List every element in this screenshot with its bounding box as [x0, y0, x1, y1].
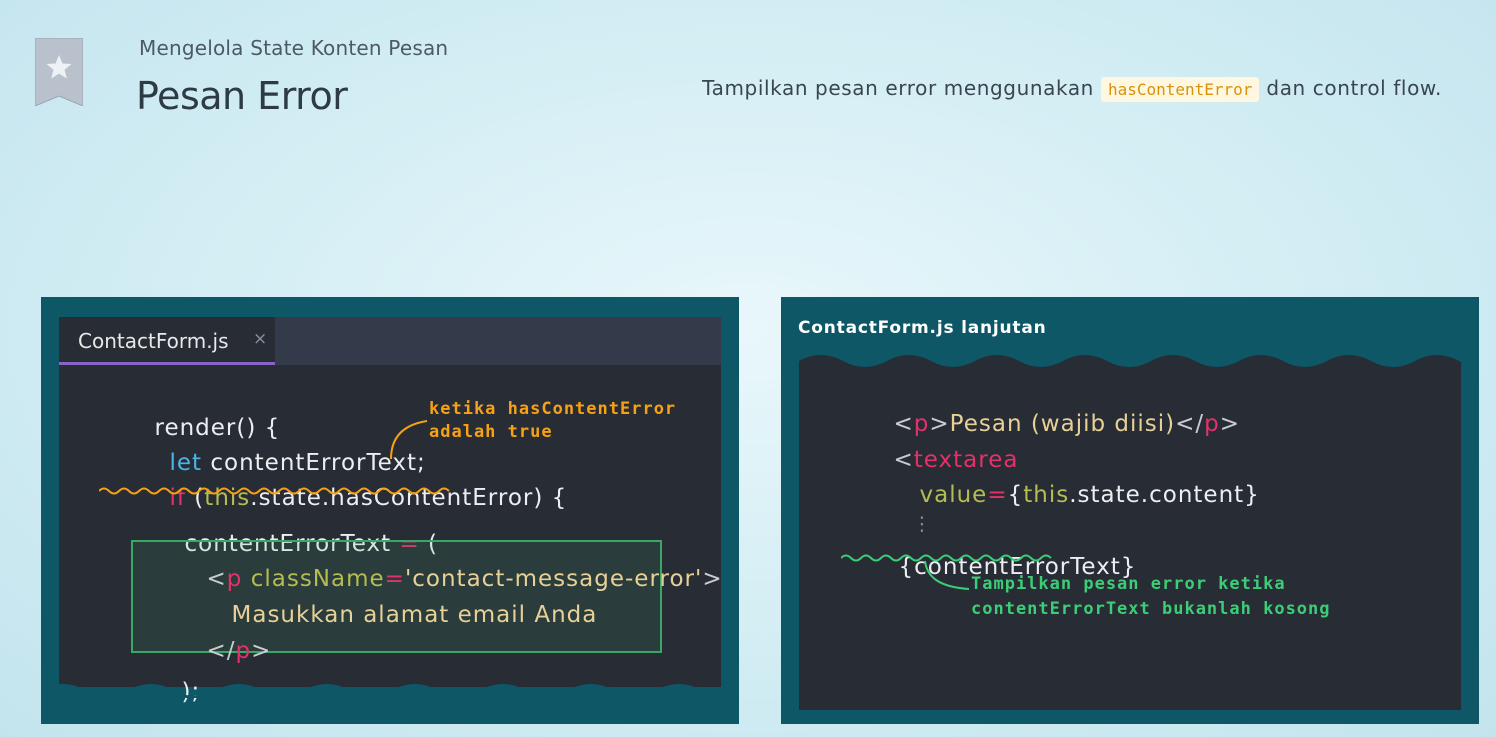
code-editor: <p>Pesan (wajib diisi)</p> <textarea val… [799, 355, 1461, 710]
annotation-connector [924, 560, 970, 590]
left-code-panel: ContactForm.js × render() { let contentE… [41, 297, 739, 724]
tab-label: ContactForm.js [78, 329, 229, 353]
instruction-before: Tampilkan pesan error menggunakan [702, 76, 1094, 100]
annotation-orange: ketika hasContentError adalah true [429, 399, 677, 442]
close-icon[interactable]: × [253, 329, 267, 349]
bookmark-star-icon [35, 38, 83, 106]
tab-contactform[interactable]: ContactForm.js × [59, 317, 275, 365]
right-code-panel: ContactForm.js lanjutan <p>Pesan (wajib … [781, 297, 1479, 724]
squiggle-underline-orange [99, 487, 450, 495]
panel-title: ContactForm.js lanjutan [798, 318, 1047, 338]
lesson-subtitle: Mengelola State Konten Pesan [139, 36, 449, 60]
editor-tab-bar: ContactForm.js × [59, 317, 721, 365]
code-editor: ContactForm.js × render() { let contentE… [59, 317, 722, 705]
annotation-connector [390, 420, 428, 460]
wave-divider [41, 684, 739, 698]
instruction-text: Tampilkan pesan error menggunakan hasCon… [702, 76, 1442, 102]
wave-divider [799, 355, 1461, 375]
annotation-green: Tampilkan pesan error ketika contentErro… [971, 574, 1331, 619]
instruction-after: dan control flow. [1266, 76, 1442, 100]
page-title: Pesan Error [136, 74, 348, 118]
instruction-code: hasContentError [1100, 77, 1260, 102]
